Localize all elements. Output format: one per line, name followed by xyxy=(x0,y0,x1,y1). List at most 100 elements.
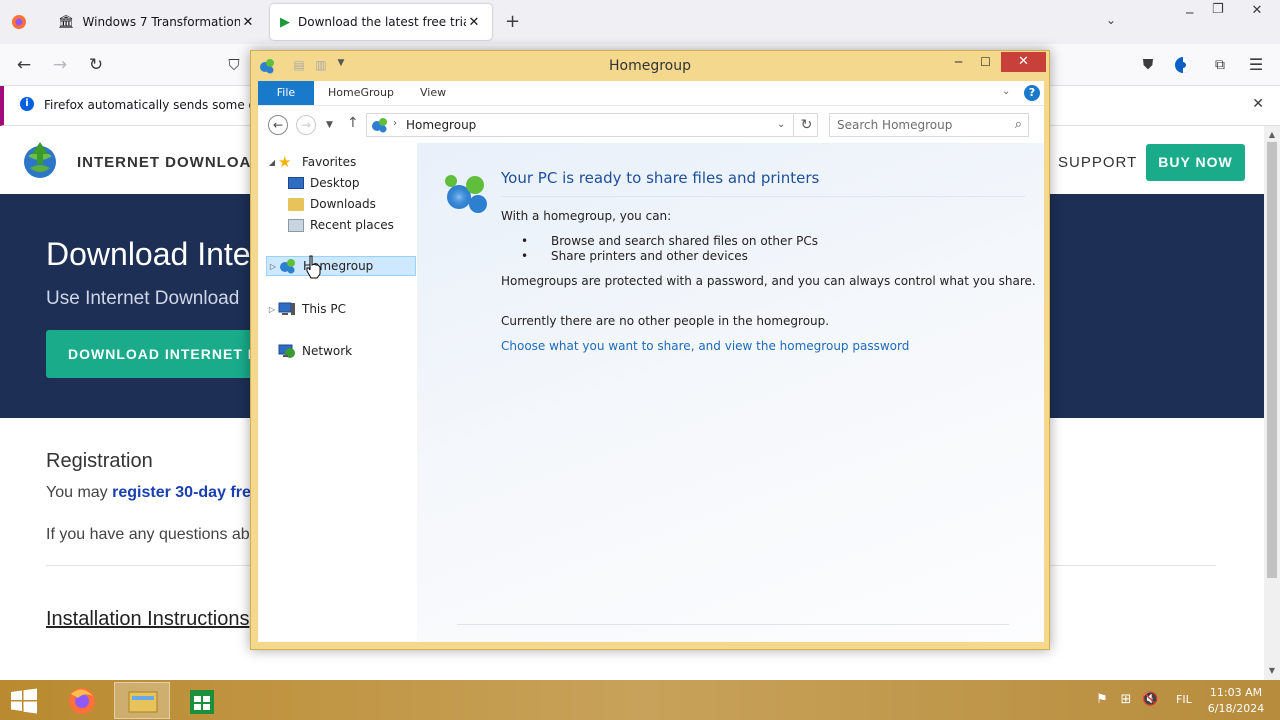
back-icon[interactable]: ← xyxy=(12,54,36,76)
ready-heading: Your PC is ready to share files and prin… xyxy=(501,169,820,187)
search-icon[interactable]: ⌕ xyxy=(1015,117,1022,132)
hand-cursor-icon xyxy=(305,255,323,279)
taskbar-file-explorer[interactable] xyxy=(114,682,170,719)
expand-icon[interactable]: ▷ xyxy=(266,305,278,314)
tree-label: Network xyxy=(302,344,353,358)
tree-desktop[interactable]: Desktop xyxy=(288,173,360,193)
hero-title: Download Inte xyxy=(46,236,251,272)
collapse-icon[interactable]: ◢ xyxy=(266,158,278,167)
expand-icon[interactable]: ▷ xyxy=(267,262,279,271)
tree-label: This PC xyxy=(302,302,346,316)
tab-windows7-transformation[interactable]: 🏛 Windows 7 Transformation Pac ✕ xyxy=(48,4,266,40)
questions-text: If you have any questions abo xyxy=(46,526,259,543)
account-icon[interactable] xyxy=(1174,56,1192,74)
close-notice-icon[interactable]: ✕ xyxy=(1252,96,1264,112)
no-people-text: Currently there are no other people in t… xyxy=(501,314,830,328)
scroll-up-icon[interactable]: ▲ xyxy=(1264,130,1280,139)
clock[interactable]: 11:03 AM 6/18/2024 xyxy=(1204,685,1268,717)
address-bar[interactable]: › Homegroup ⌄ xyxy=(366,113,818,137)
up-arrow-icon[interactable]: ↑ xyxy=(347,115,359,131)
forward-icon[interactable]: → xyxy=(48,54,72,76)
tree-label: Downloads xyxy=(310,197,376,211)
tree-network[interactable]: Network xyxy=(266,341,352,361)
explorer-title-bar[interactable]: ▤ ▥ ▼ Homegroup ─ ☐ ✕ xyxy=(251,51,1049,81)
share-settings-link[interactable]: Choose what you want to share, and view … xyxy=(501,339,909,353)
tab-download-trial[interactable]: ▶ Download the latest free trial ve ✕ xyxy=(270,4,492,40)
star-icon: ★ xyxy=(278,153,292,171)
language-indicator[interactable]: FIL xyxy=(1176,693,1192,706)
taskbar: ⚑ ⊞ 🔇 FIL 11:03 AM 6/18/2024 xyxy=(0,680,1280,720)
network-icon xyxy=(278,343,296,359)
homegroup-icon xyxy=(371,117,389,133)
breadcrumb-chevron-icon[interactable]: › xyxy=(393,118,397,129)
bullet-item: • Share printers and other devices xyxy=(521,249,748,263)
close-tab-icon[interactable]: ✕ xyxy=(466,15,482,30)
breadcrumb[interactable]: Homegroup xyxy=(406,118,476,132)
address-dropdown-icon[interactable]: ⌄ xyxy=(777,119,785,130)
network-tray-icon[interactable]: ⊞ xyxy=(1118,692,1134,708)
search-input[interactable]: Search Homegroup ⌕ xyxy=(829,113,1029,137)
extensions-icon[interactable]: ⧉ xyxy=(1208,54,1232,76)
register-link[interactable]: register 30-day free xyxy=(112,484,260,501)
volume-muted-icon[interactable]: 🔇 xyxy=(1142,692,1158,708)
protected-text: Homegroups are protected with a password… xyxy=(501,274,1036,288)
browser-tab-bar: 🏛 Windows 7 Transformation Pac ✕ ▶ Downl… xyxy=(0,0,1280,44)
registration-text: You may register 30-day free xyxy=(46,484,260,502)
tree-downloads[interactable]: Downloads xyxy=(288,194,376,214)
tab-view[interactable]: View xyxy=(408,81,458,105)
clock-date: 6/18/2024 xyxy=(1207,702,1265,715)
tab-file[interactable]: File xyxy=(258,81,314,105)
shield-icon[interactable]: ⛉ xyxy=(222,54,246,76)
recent-locations-icon[interactable]: ▼ xyxy=(326,120,333,130)
homegroup-icon xyxy=(279,258,297,274)
help-icon[interactable]: ? xyxy=(1024,85,1040,101)
buy-now-button[interactable]: BUY NOW xyxy=(1146,144,1245,181)
scroll-thumb[interactable] xyxy=(1267,142,1277,578)
downloads-folder-icon xyxy=(288,197,304,211)
close-tab-icon[interactable]: ✕ xyxy=(240,15,256,30)
expand-ribbon-icon[interactable]: ⌄ xyxy=(1002,86,1010,97)
page-scrollbar[interactable]: ▲ ▼ xyxy=(1264,126,1280,680)
minimize-button[interactable]: ─ xyxy=(945,52,972,72)
reload-icon[interactable]: ↻ xyxy=(84,54,108,76)
taskbar-firefox[interactable] xyxy=(54,682,110,719)
scroll-down-icon[interactable]: ▼ xyxy=(1264,666,1280,675)
refresh-icon[interactable]: ↻ xyxy=(793,114,819,136)
tree-recent-places[interactable]: Recent places xyxy=(288,215,394,235)
maximize-button[interactable]: ☐ xyxy=(972,52,999,72)
navigation-pane: ◢ ★ Favorites Desktop Downloads Recent p… xyxy=(258,143,418,642)
forward-arrow-icon[interactable]: → xyxy=(296,115,316,135)
play-icon: ▶ xyxy=(280,14,290,30)
tree-this-pc[interactable]: ▷ This PC xyxy=(266,299,346,319)
homegroup-large-icon xyxy=(443,173,491,215)
bullet-item: • Browse and search shared files on othe… xyxy=(521,234,818,248)
explorer-body: ◢ ★ Favorites Desktop Downloads Recent p… xyxy=(258,143,1044,642)
support-link[interactable]: SUPPORT xyxy=(1058,154,1137,171)
desktop-icon xyxy=(288,177,304,189)
menu-icon[interactable]: ☰ xyxy=(1244,54,1268,76)
heading-divider xyxy=(501,196,1025,197)
explorer-title: Homegroup xyxy=(608,58,691,74)
pocket-icon[interactable]: ⛊ xyxy=(1136,54,1160,76)
tab-homegroup[interactable]: HomeGroup xyxy=(316,81,406,105)
restore-browser-button[interactable]: ❐ xyxy=(1212,2,1224,17)
museum-icon: 🏛 xyxy=(58,14,75,30)
taskbar-store[interactable] xyxy=(174,682,230,719)
list-tabs-icon[interactable]: ⌄ xyxy=(1106,13,1116,27)
clock-time: 11:03 AM xyxy=(1209,686,1263,699)
homegroup-explorer-window: ▤ ▥ ▼ Homegroup ─ ☐ ✕ File HomeGroup Vie… xyxy=(250,50,1050,650)
tree-favorites[interactable]: ◢ ★ Favorites xyxy=(266,152,356,172)
installation-heading[interactable]: Installation Instructions xyxy=(46,608,249,631)
site-name[interactable]: INTERNET DOWNLOAD xyxy=(77,154,263,171)
firefox-view-icon[interactable] xyxy=(11,14,27,30)
idm-logo[interactable] xyxy=(18,142,62,182)
windows-start-icon[interactable] xyxy=(10,688,38,714)
tree-homegroup[interactable]: ▷ Homegroup xyxy=(266,256,416,276)
new-tab-button[interactable]: + xyxy=(505,11,520,32)
close-button[interactable]: ✕ xyxy=(1001,52,1046,72)
close-browser-button[interactable]: ✕ xyxy=(1234,0,1280,22)
back-arrow-icon[interactable]: ← xyxy=(268,115,288,135)
minimize-browser-button[interactable]: ─ xyxy=(1186,6,1193,20)
recent-places-icon xyxy=(288,218,304,232)
action-center-flag-icon[interactable]: ⚑ xyxy=(1094,692,1110,708)
